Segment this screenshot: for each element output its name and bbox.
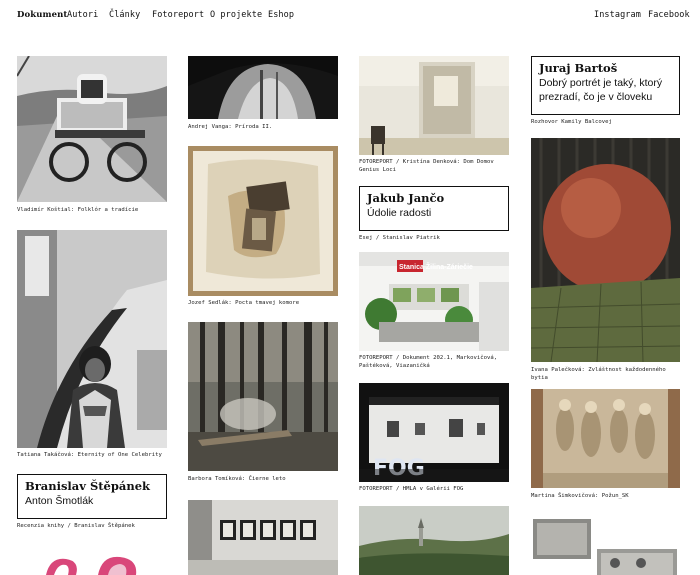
caption-rozhovor[interactable]: Rozhovor Kamily Balcovej	[531, 118, 681, 126]
photo-apple-curtain[interactable]	[531, 138, 680, 362]
caption-zvlastnost[interactable]: Ivana Palečková: Zvláštnost každodenného…	[531, 366, 681, 382]
photo-priroda-cave[interactable]	[188, 56, 338, 119]
article-box-janco[interactable]: Jakub Jančo Údolie radosti	[359, 186, 509, 231]
top-navigation: Dokument Autori Články Fotoreport O proj…	[0, 0, 700, 30]
article-box-subtitle: Údolie radosti	[367, 207, 432, 219]
photo-landscape-church[interactable]	[359, 506, 509, 575]
photo-pocta-komore[interactable]	[188, 146, 338, 296]
article-box-subtitle: Dobrý portrét je taký, ktorý prezradí, č…	[539, 77, 663, 103]
article-box-title: Branislav Štěpánek	[25, 479, 151, 493]
caption-priroda[interactable]: Andrej Vanga: Príroda II.	[188, 123, 338, 131]
caption-recenzia[interactable]: Recenzia knihy / Branislav Štěpánek	[17, 522, 167, 530]
caption-folklor[interactable]: Vladimír Koštial: Folklór a tradície	[17, 206, 167, 214]
article-box-title: Jakub Jančo	[367, 191, 445, 205]
article-box-subtitle: Anton Šmotlák	[25, 495, 94, 507]
photo-pozun-relief[interactable]	[531, 389, 680, 488]
nav-item-instagram[interactable]: Instagram	[594, 10, 641, 20]
photo-hmla-fog[interactable]: FOG	[359, 383, 509, 482]
photo-gallery-wall[interactable]	[188, 500, 338, 575]
caption-eternity[interactable]: Tatiana Takáčová: Eternity of One Celebr…	[17, 451, 167, 459]
photo-stanica-zilina[interactable]: Stanica Žilina-Záriečie	[359, 252, 509, 351]
photo-old-photos[interactable]	[531, 517, 680, 575]
brand-logo-link[interactable]: Dokument	[17, 10, 67, 20]
caption-hmla[interactable]: FOTOREPORT / HMLA v Galérii FOG	[359, 485, 509, 493]
caption-dom-domov[interactable]: FOTOREPORT / Kristína Denková: Dom Domov…	[359, 158, 509, 174]
nav-item-o-projekte[interactable]: O projekte	[210, 10, 262, 20]
station-sign-text: Stanica Žilina-Záriečie	[399, 262, 473, 271]
caption-dokument-202[interactable]: FOTOREPORT / Dokument 202.1, Markovičová…	[359, 354, 509, 370]
article-box-stepanek[interactable]: Branislav Štěpánek Anton Šmotlák	[17, 474, 167, 519]
nav-item-clanky[interactable]: Články	[109, 10, 140, 20]
nav-item-autori[interactable]: Autori	[67, 10, 98, 20]
photo-eternity-celebrity[interactable]	[17, 230, 167, 448]
caption-esej[interactable]: Esej / Stanislav Piatrik	[359, 234, 509, 242]
photo-pink-artwork[interactable]	[40, 555, 145, 575]
photo-folklor-cart[interactable]	[17, 56, 167, 202]
caption-cierne-leto[interactable]: Barbora Tomíková: Čierne leto	[188, 475, 338, 483]
nav-item-facebook[interactable]: Facebook	[648, 10, 690, 20]
photo-dom-domov[interactable]	[359, 56, 509, 155]
nav-item-eshop[interactable]: Eshop	[268, 10, 294, 20]
article-box-title: Juraj Bartoš	[539, 61, 618, 75]
caption-pozun[interactable]: Martina Šimkovičová: Požun_SK	[531, 492, 681, 500]
article-box-bartos[interactable]: Juraj Bartoš Dobrý portrét je taký, ktor…	[531, 56, 680, 115]
nav-item-fotoreport[interactable]: Fotoreport	[152, 10, 204, 20]
photo-cierne-leto[interactable]	[188, 322, 338, 471]
caption-pocta[interactable]: Jozef Sedlák: Pocta tmavej komore	[188, 299, 338, 307]
